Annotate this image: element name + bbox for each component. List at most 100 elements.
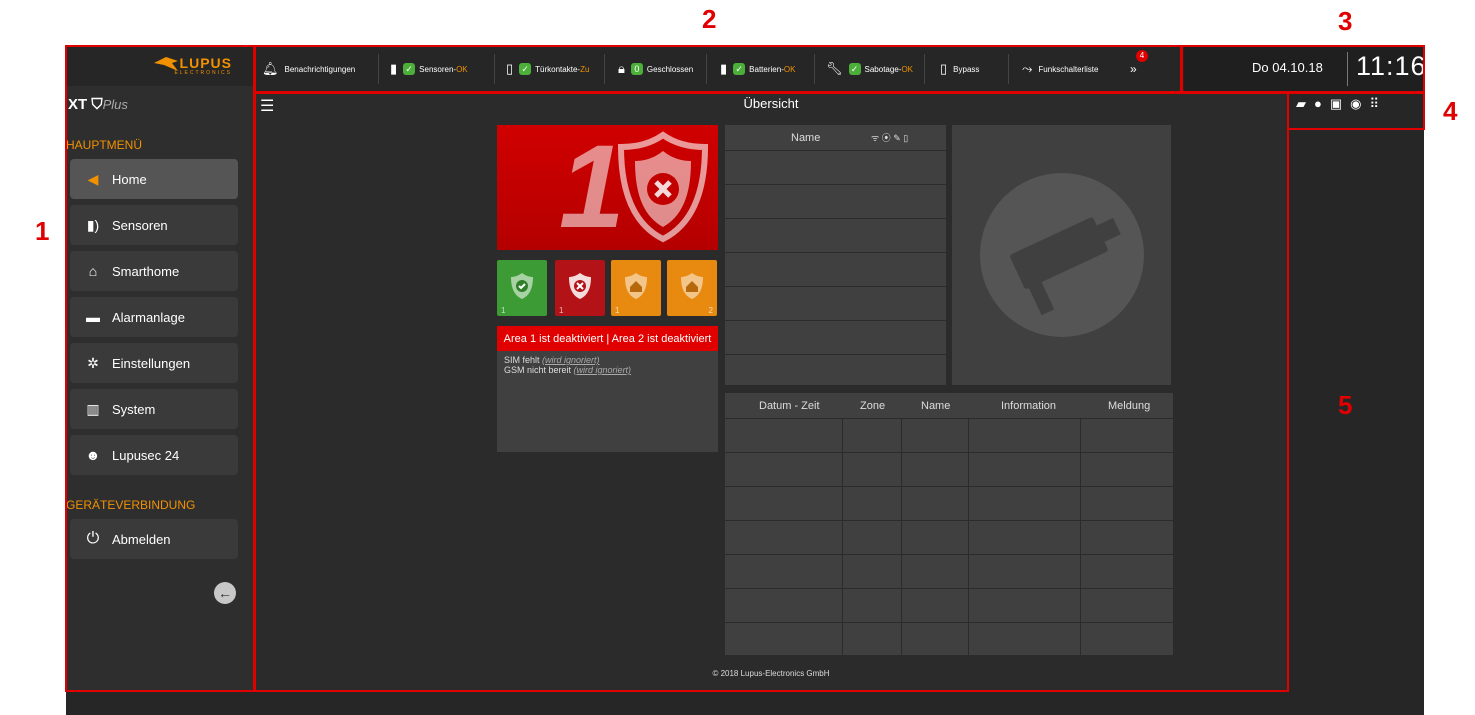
table-row[interactable] — [725, 623, 1173, 657]
event-log-table: Datum - Zeit Zone Name Information Meldu… — [725, 393, 1173, 657]
help-icon[interactable]: ◉ — [1350, 96, 1369, 111]
bell-icon: 🔔︎ — [262, 61, 279, 76]
check-icon: ✓ — [848, 63, 861, 75]
battery-icon: ▮ — [720, 61, 728, 76]
sidebar-item-alarmanlage[interactable]: ▬ Alarmanlage — [70, 297, 238, 337]
table-row[interactable] — [725, 521, 1173, 555]
date-display: Do 04.10.18 — [1252, 60, 1323, 75]
shield-x-icon — [569, 273, 591, 299]
alarm-status-tile[interactable]: 1 — [497, 125, 718, 250]
table-row[interactable] — [725, 287, 946, 321]
image-icon[interactable]: ▣ — [1330, 96, 1350, 111]
table-row[interactable] — [725, 219, 946, 253]
more-count-badge: 4 — [1136, 50, 1148, 62]
screenshot-stage: LUPUS ELECTRONICS XT ⛉Plus HAUPTMENÜ ◀ H… — [0, 0, 1475, 715]
shield-check-icon — [511, 273, 533, 299]
section-main: HAUPTMENÜ — [66, 138, 143, 152]
alarm-panel-icon: ▬ — [86, 309, 100, 325]
house-icon: ⌂ — [88, 263, 98, 279]
copyright-footer: © 2018 Lupus-Electronics GmbH — [712, 669, 830, 678]
divider — [494, 54, 495, 84]
callout-3: 3 — [1338, 6, 1353, 36]
toolbar-bypass[interactable]: ▯ Bypass — [940, 46, 979, 92]
collapse-sidebar-icon[interactable]: ← — [214, 582, 236, 604]
system-icon: ▥ — [86, 400, 100, 417]
camera-panel[interactable] — [952, 125, 1171, 385]
toolbar-sensors[interactable]: ▮ ✓ Sensoren - OK — [390, 46, 468, 92]
callout-2: 2 — [702, 4, 717, 34]
shield-house-icon — [681, 273, 703, 299]
wrench-icon: 🔧︎ — [826, 61, 843, 76]
sidebar-item-einstellungen[interactable]: ✲ Einstellungen — [70, 343, 238, 383]
shield-x-icon — [617, 131, 709, 243]
message-row: GSM nicht bereit (wird ignoriert) — [504, 365, 632, 375]
users-icon: ☻ — [85, 447, 101, 463]
table-row[interactable] — [725, 151, 946, 185]
check-icon: ✓ — [403, 63, 416, 75]
divider — [1008, 54, 1009, 84]
brand-logo: LUPUS — [179, 55, 232, 71]
clock-bar: Do 04.10.18 11:16 — [1184, 46, 1427, 92]
table-row[interactable] — [725, 419, 1173, 453]
area-alarm-button[interactable]: 1 — [555, 260, 605, 316]
column-header-message: Meldung — [1108, 399, 1151, 412]
door-contact-icon: ▯ — [506, 61, 514, 76]
column-header-zone: Zone — [860, 399, 886, 412]
sidebar-item-system[interactable]: ▥ System — [70, 389, 238, 429]
table-row[interactable] — [725, 487, 1173, 521]
column-header-name: Name — [921, 399, 951, 412]
toolbar-doors[interactable]: ▯ ✓ Türkontakte - Zu — [506, 46, 589, 92]
sidebar-item-home[interactable]: ◀ Home — [70, 159, 238, 199]
callout-4: 4 — [1443, 96, 1458, 126]
system-messages: SIM fehlt (wird ignoriert) GSM nicht ber… — [497, 351, 718, 452]
status-toolbar: 🔔︎ Benachrichtigungen ▮ ✓ Sensoren - OK ▯… — [254, 46, 1184, 92]
table-row[interactable] — [725, 253, 946, 287]
ignored-link[interactable]: (wird ignoriert) — [542, 355, 600, 365]
toolbar-switch-list[interactable]: ⤳ Funkschalterliste — [1022, 46, 1098, 92]
area-home-button[interactable]: 1 — [611, 260, 661, 316]
table-row[interactable] — [725, 555, 1173, 589]
sensor-icon: ▮ — [390, 61, 398, 76]
area-status-bar: Area 1 ist deaktiviert | Area 2 ist deak… — [497, 326, 718, 351]
sidebar-item-smarthome[interactable]: ⌂ Smarthome — [70, 251, 238, 291]
callout-1: 1 — [35, 216, 50, 246]
camera-icon — [980, 173, 1144, 337]
divider — [706, 54, 707, 84]
sensor-icon: ▮) — [86, 216, 100, 233]
section-device: GERÄTEVERBINDUNG — [66, 498, 196, 512]
grid-icon[interactable]: ⠿ — [1370, 96, 1388, 111]
table-row[interactable] — [725, 453, 1173, 487]
time-display: 11:16 — [1356, 51, 1427, 81]
check-icon: ✓ — [519, 63, 532, 75]
logo-bar: LUPUS ELECTRONICS — [66, 46, 254, 86]
main-content: ☰ Übersicht 1 1 1 1 2 Area 1 ist deaktiv… — [254, 92, 1288, 715]
logout-button[interactable]: ⏻ Abmelden — [70, 519, 238, 559]
divider — [924, 54, 925, 84]
divider — [378, 54, 379, 84]
brand-sub: ELECTRONICS — [174, 70, 232, 76]
sidebar-item-lupusec24[interactable]: ☻ Lupusec 24 — [70, 435, 238, 475]
table-header: Datum - Zeit Zone Name Information Meldu… — [725, 393, 1173, 419]
bottom-strip — [66, 692, 1424, 715]
table-row[interactable] — [725, 185, 946, 219]
divider — [604, 54, 605, 84]
message-row: SIM fehlt (wird ignoriert) — [504, 355, 600, 365]
bypass-icon: ▯ — [940, 61, 948, 76]
remote-switch-icon: ⤳ — [1022, 61, 1033, 76]
toolbar-tamper[interactable]: 🔧︎ ✓ Sabotage - OK — [826, 46, 913, 92]
table-row[interactable] — [725, 589, 1173, 623]
chat-icon[interactable]: ● — [1314, 96, 1330, 111]
toolbar-closed[interactable]: 🔒︎ 0 Geschlossen — [618, 46, 693, 92]
ignored-link[interactable]: (wird ignoriert) — [574, 365, 632, 375]
quick-icons: ▰●▣◉⠿ — [1296, 96, 1387, 112]
gear-icon: ✲ — [87, 354, 99, 371]
area-home-button-2[interactable]: 2 — [667, 260, 717, 316]
column-header-name: Name — [791, 131, 821, 144]
sidebar-item-sensoren[interactable]: ▮) Sensoren — [70, 205, 238, 245]
shield-icon: ⛉ — [91, 96, 103, 113]
toolbar-notifications[interactable]: 🔔︎ Benachrichtigungen — [262, 46, 355, 92]
table-row[interactable] — [725, 321, 946, 355]
area-ok-button[interactable]: 1 — [497, 260, 547, 316]
book-icon[interactable]: ▰ — [1296, 96, 1314, 111]
toolbar-batteries[interactable]: ▮ ✓ Batterien - OK — [720, 46, 795, 92]
